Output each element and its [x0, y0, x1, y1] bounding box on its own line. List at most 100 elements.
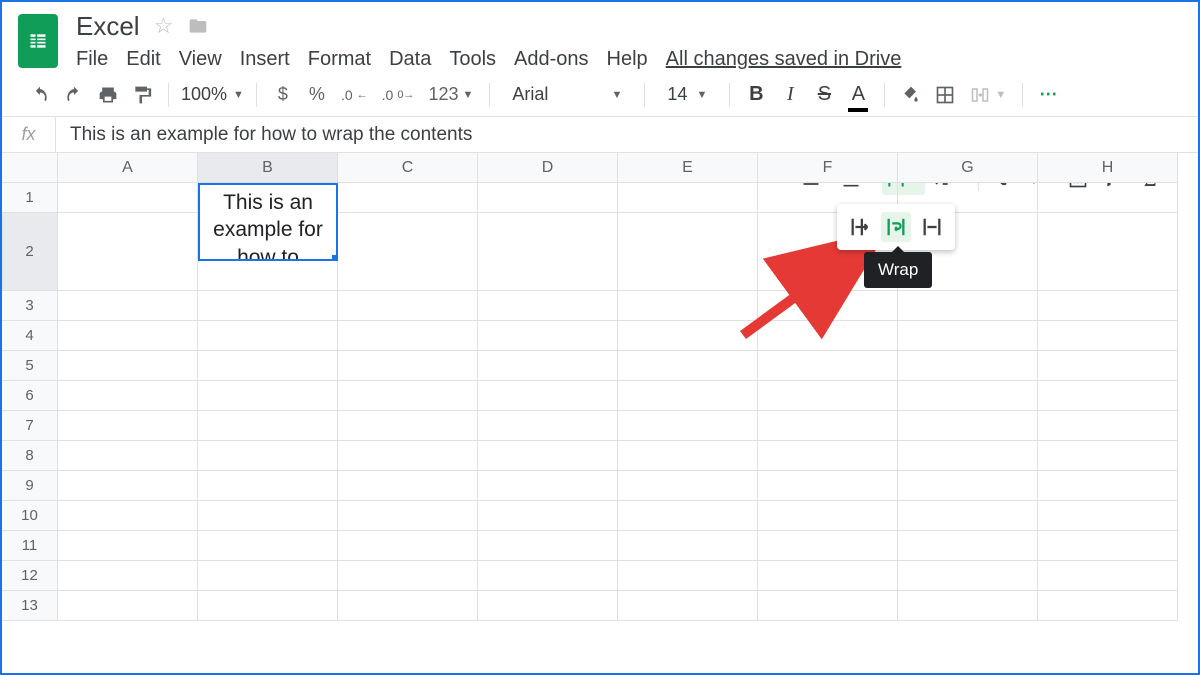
cell[interactable]: [1038, 531, 1178, 561]
cell[interactable]: [478, 411, 618, 441]
cell[interactable]: [898, 531, 1038, 561]
cell[interactable]: [198, 471, 338, 501]
cell[interactable]: [58, 441, 198, 471]
italic-button[interactable]: I: [776, 80, 804, 110]
cell[interactable]: [338, 321, 478, 351]
cell[interactable]: [478, 321, 618, 351]
cell[interactable]: [1038, 321, 1178, 351]
cell[interactable]: [758, 471, 898, 501]
row-header[interactable]: 8: [2, 441, 58, 471]
cell[interactable]: [338, 381, 478, 411]
cell[interactable]: [198, 591, 338, 621]
more-formats-button[interactable]: 123▼: [424, 80, 477, 110]
print-icon[interactable]: [94, 80, 122, 110]
cell[interactable]: [1038, 591, 1178, 621]
cell[interactable]: [898, 351, 1038, 381]
decrease-decimal-button[interactable]: .0←: [337, 80, 372, 110]
row-header[interactable]: 9: [2, 471, 58, 501]
row-header[interactable]: 7: [2, 411, 58, 441]
cell[interactable]: [758, 291, 898, 321]
cell[interactable]: [338, 351, 478, 381]
font-select[interactable]: Arial▼: [502, 84, 632, 105]
cell[interactable]: [58, 351, 198, 381]
borders-button[interactable]: [931, 80, 959, 110]
fill-color-button[interactable]: [897, 80, 925, 110]
cell[interactable]: [898, 561, 1038, 591]
cell[interactable]: [478, 441, 618, 471]
percent-button[interactable]: %: [303, 80, 331, 110]
cell[interactable]: [1038, 291, 1178, 321]
cell[interactable]: [898, 321, 1038, 351]
bold-button[interactable]: B: [742, 80, 770, 110]
menu-insert[interactable]: Insert: [240, 48, 290, 71]
menu-data[interactable]: Data: [389, 48, 431, 71]
paint-format-icon[interactable]: [128, 80, 156, 110]
menu-view[interactable]: View: [179, 48, 222, 71]
menu-addons[interactable]: Add-ons: [514, 48, 589, 71]
cell[interactable]: [198, 321, 338, 351]
font-size-select[interactable]: 14▼: [657, 84, 717, 105]
cell[interactable]: [618, 381, 758, 411]
folder-icon[interactable]: [187, 16, 209, 36]
row-header[interactable]: 5: [2, 351, 58, 381]
cell[interactable]: [198, 411, 338, 441]
cell[interactable]: [898, 441, 1038, 471]
selected-cell[interactable]: This is an example for how to: [198, 183, 338, 261]
cell[interactable]: [198, 351, 338, 381]
cell[interactable]: [198, 381, 338, 411]
cell[interactable]: [198, 441, 338, 471]
cell[interactable]: [58, 381, 198, 411]
cell[interactable]: [338, 501, 478, 531]
cell[interactable]: [898, 291, 1038, 321]
cell[interactable]: [618, 471, 758, 501]
cell[interactable]: [1038, 441, 1178, 471]
col-header[interactable]: C: [338, 153, 478, 183]
cell[interactable]: [478, 183, 618, 213]
cell[interactable]: [758, 351, 898, 381]
cell[interactable]: [758, 531, 898, 561]
cell[interactable]: [618, 591, 758, 621]
row-header[interactable]: 2: [2, 213, 58, 291]
col-header[interactable]: F: [758, 153, 898, 183]
row-header[interactable]: 6: [2, 381, 58, 411]
cell[interactable]: [58, 411, 198, 441]
cell[interactable]: [198, 561, 338, 591]
cell[interactable]: [618, 501, 758, 531]
cell[interactable]: [58, 183, 198, 213]
cell[interactable]: [618, 531, 758, 561]
cell[interactable]: [58, 501, 198, 531]
menu-tools[interactable]: Tools: [449, 48, 496, 71]
row-header[interactable]: 10: [2, 501, 58, 531]
cell[interactable]: [1038, 411, 1178, 441]
clip-option[interactable]: [917, 212, 947, 242]
menu-format[interactable]: Format: [308, 48, 371, 71]
redo-icon[interactable]: [60, 80, 88, 110]
formula-input[interactable]: This is an example for how to wrap the c…: [56, 117, 1198, 152]
row-header[interactable]: 11: [2, 531, 58, 561]
cell[interactable]: [58, 291, 198, 321]
fill-handle[interactable]: [332, 255, 338, 261]
cell[interactable]: [478, 591, 618, 621]
cell[interactable]: [618, 321, 758, 351]
undo-icon[interactable]: [26, 80, 54, 110]
cell[interactable]: [338, 531, 478, 561]
more-toolbar-button[interactable]: ⋯: [1035, 80, 1063, 110]
cell[interactable]: [618, 351, 758, 381]
cell[interactable]: [478, 561, 618, 591]
save-status[interactable]: All changes saved in Drive: [666, 48, 902, 71]
strikethrough-button[interactable]: S: [810, 80, 838, 110]
row-header[interactable]: 12: [2, 561, 58, 591]
cell[interactable]: [198, 531, 338, 561]
cell[interactable]: [198, 501, 338, 531]
row-header[interactable]: 4: [2, 321, 58, 351]
col-header[interactable]: A: [58, 153, 198, 183]
cell[interactable]: [1038, 471, 1178, 501]
cell[interactable]: [898, 591, 1038, 621]
row-header[interactable]: 13: [2, 591, 58, 621]
menu-file[interactable]: File: [76, 48, 108, 71]
wrap-option[interactable]: [881, 212, 911, 242]
document-title[interactable]: Excel: [76, 11, 140, 42]
cell[interactable]: [198, 291, 338, 321]
cell[interactable]: [758, 441, 898, 471]
cell[interactable]: [758, 561, 898, 591]
